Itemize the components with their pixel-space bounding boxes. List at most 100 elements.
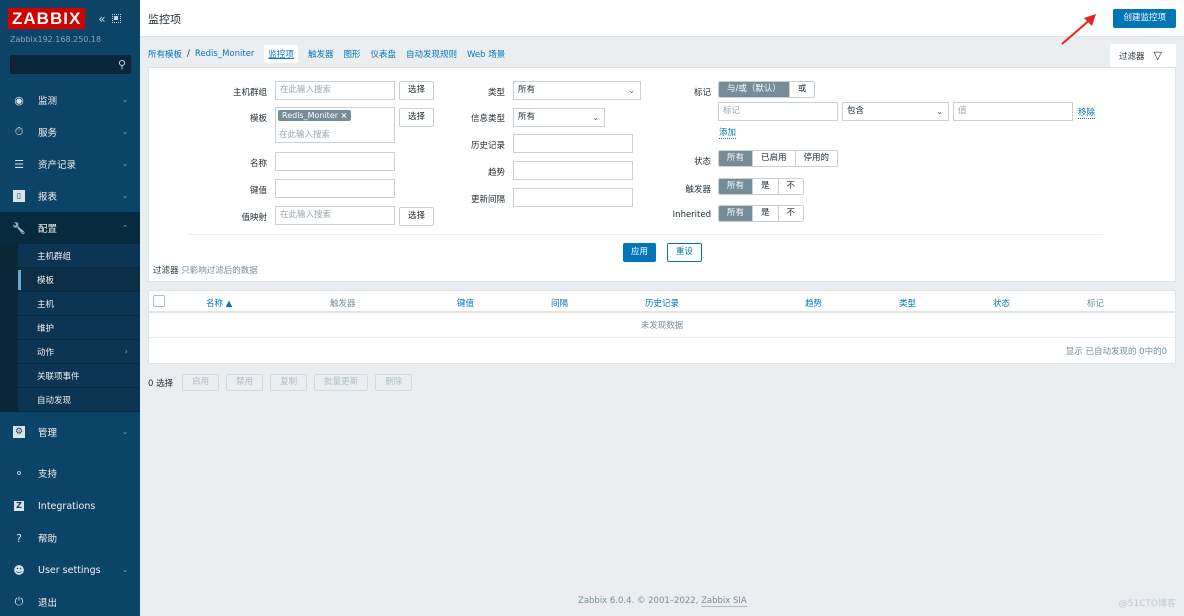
- subnav-host-groups[interactable]: 主机群组: [0, 244, 140, 268]
- collapse-sidebar-icon[interactable]: «: [98, 12, 105, 26]
- subnav-templates[interactable]: 模板: [0, 268, 140, 292]
- column-type[interactable]: 类型: [899, 297, 916, 309]
- subnav-label: 维护: [37, 323, 55, 334]
- paging-summary: 显示 已自动发现的 0中的0: [1065, 347, 1167, 357]
- trends-input[interactable]: [513, 161, 633, 180]
- triggers-no[interactable]: 不: [777, 179, 804, 194]
- tag-operator-select[interactable]: 包含 ⌄: [842, 102, 949, 121]
- state-disabled[interactable]: 停用的: [794, 151, 838, 166]
- name-input[interactable]: [275, 152, 395, 171]
- nav-inventory[interactable]: ☰ 资产记录 ⌄: [0, 148, 140, 180]
- search-icon[interactable]: ⚲: [118, 58, 126, 71]
- column-key[interactable]: 键值: [457, 297, 474, 309]
- triggers-all[interactable]: 所有: [719, 179, 753, 194]
- nav-sign-out[interactable]: ⏻ 退出: [0, 586, 140, 616]
- chevron-up-icon: ⌃: [122, 224, 128, 232]
- key-input[interactable]: [275, 179, 395, 198]
- breadcrumb-template[interactable]: Redis_Moniter: [195, 49, 255, 59]
- tags-mode-and-or[interactable]: 与/或（默认）: [719, 82, 789, 97]
- tag-name-input[interactable]: 标记: [718, 102, 838, 121]
- nav-help[interactable]: ? 帮助: [0, 522, 140, 554]
- tag-value-input[interactable]: 值: [953, 102, 1073, 121]
- host-group-select-button[interactable]: 选择: [399, 81, 435, 100]
- value-map-input[interactable]: 在此输入搜索: [275, 206, 395, 225]
- template-select-button[interactable]: 选择: [399, 108, 435, 127]
- question-icon: ?: [16, 531, 22, 545]
- nav-label: User settings: [38, 564, 101, 576]
- info-type-select[interactable]: 所有 ⌄: [513, 108, 605, 127]
- apply-button[interactable]: 应用: [623, 243, 657, 262]
- create-item-button[interactable]: 创建监控项: [1113, 9, 1176, 28]
- delete-button[interactable]: 删除: [375, 374, 413, 391]
- state-all[interactable]: 所有: [719, 151, 753, 166]
- inherited-label: Inherited: [672, 210, 711, 220]
- history-input[interactable]: [513, 134, 633, 153]
- tab-triggers[interactable]: 触发器: [308, 48, 334, 60]
- tags-mode-or[interactable]: 或: [788, 82, 815, 97]
- subnav-hosts[interactable]: 主机: [0, 292, 140, 316]
- breadcrumb-all-templates[interactable]: 所有模板: [148, 48, 182, 60]
- tab-discovery-rules[interactable]: 自动发现规则: [406, 48, 457, 60]
- subnav-discovery[interactable]: 自动发现: [0, 388, 140, 412]
- subnav-actions[interactable]: 动作 ›: [0, 340, 140, 364]
- inherited-all[interactable]: 所有: [719, 206, 753, 221]
- inherited-yes[interactable]: 是: [752, 206, 778, 221]
- zabbix-logo[interactable]: ZABBIX: [8, 8, 86, 29]
- nav-configuration[interactable]: 🔧 配置 ⌃: [0, 212, 140, 244]
- inherited-no[interactable]: 不: [777, 206, 804, 221]
- state-enabled[interactable]: 已启用: [752, 151, 795, 166]
- nav-reports[interactable]: ▯ 报表 ⌄: [0, 180, 140, 212]
- reset-button[interactable]: 重设: [667, 243, 703, 262]
- tab-web-scenarios[interactable]: Web 场景: [467, 48, 505, 60]
- mass-update-button[interactable]: 批量更新: [314, 374, 369, 391]
- tab-dashboards[interactable]: 仪表盘: [370, 48, 396, 60]
- nav-services[interactable]: ⏱ 服务 ⌄: [0, 116, 140, 148]
- filter-tab-label: 过滤器: [1119, 51, 1145, 62]
- nav-user-settings[interactable]: ☻ User settings ⌄: [0, 554, 140, 586]
- triggers-yes[interactable]: 是: [752, 179, 778, 194]
- select-all-checkbox[interactable]: [153, 295, 165, 307]
- value-map-select-button[interactable]: 选择: [399, 207, 435, 226]
- state-toggle: 所有 已启用 停用的: [718, 150, 839, 167]
- column-history[interactable]: 历史记录: [645, 297, 679, 309]
- filter-tab[interactable]: 过滤器 ▽: [1110, 44, 1176, 67]
- column-status[interactable]: 状态: [993, 297, 1010, 309]
- breadcrumb: 所有模板 / Redis_Moniter 监控项 触发器 图形 仪表盘 自动发现…: [148, 44, 515, 64]
- nav-monitoring[interactable]: ◉ 监测 ⌄: [0, 84, 140, 116]
- update-interval-input[interactable]: [513, 188, 633, 207]
- nav-support[interactable]: ⚬ 支持: [0, 457, 140, 489]
- gear-icon: ⚙: [13, 426, 25, 438]
- kiosk-mode-icon[interactable]: [111, 14, 121, 23]
- copy-button[interactable]: 复制: [270, 374, 308, 391]
- nav-administration[interactable]: ⚙ 管理 ⌄: [0, 416, 140, 448]
- watermark: @51CTO博客: [1118, 599, 1176, 609]
- subnav-event-correlation[interactable]: 关联项事件: [0, 364, 140, 388]
- type-select[interactable]: 所有 ⌄: [513, 81, 641, 100]
- subnav-maintenance[interactable]: 维护: [0, 316, 140, 340]
- row-divider: [149, 337, 1175, 338]
- disable-button[interactable]: 禁用: [226, 374, 264, 391]
- tab-items[interactable]: 监控项: [264, 45, 298, 63]
- user-icon: ☻: [13, 563, 25, 577]
- tab-graphs[interactable]: 图形: [343, 48, 360, 60]
- column-name[interactable]: 名称 ▲: [206, 297, 232, 309]
- key-label: 键值: [249, 186, 267, 196]
- nav-label: Integrations: [38, 500, 96, 512]
- list-icon: ☰: [14, 157, 24, 171]
- add-tag-link[interactable]: 添加: [719, 126, 737, 139]
- remove-tag-link[interactable]: 移除: [1078, 106, 1096, 119]
- column-trends[interactable]: 趋势: [805, 297, 822, 309]
- info-type-select-value: 所有: [518, 112, 536, 122]
- column-interval[interactable]: 间隔: [551, 297, 568, 309]
- column-tags: 标记: [1087, 299, 1105, 309]
- remove-chip-icon[interactable]: ×: [341, 111, 348, 120]
- host-group-input[interactable]: 在此输入搜索: [275, 81, 395, 100]
- nav-integrations[interactable]: Z Integrations: [0, 490, 140, 522]
- eye-icon: ◉: [14, 93, 24, 107]
- breadcrumb-separator: /: [187, 49, 190, 59]
- sidebar-search-input[interactable]: ⚲: [10, 55, 131, 74]
- template-label: 模板: [249, 114, 267, 124]
- tag-operator-value: 包含: [847, 106, 865, 116]
- enable-button[interactable]: 启用: [182, 374, 220, 391]
- zabbix-sia-link[interactable]: Zabbix SIA: [701, 596, 747, 607]
